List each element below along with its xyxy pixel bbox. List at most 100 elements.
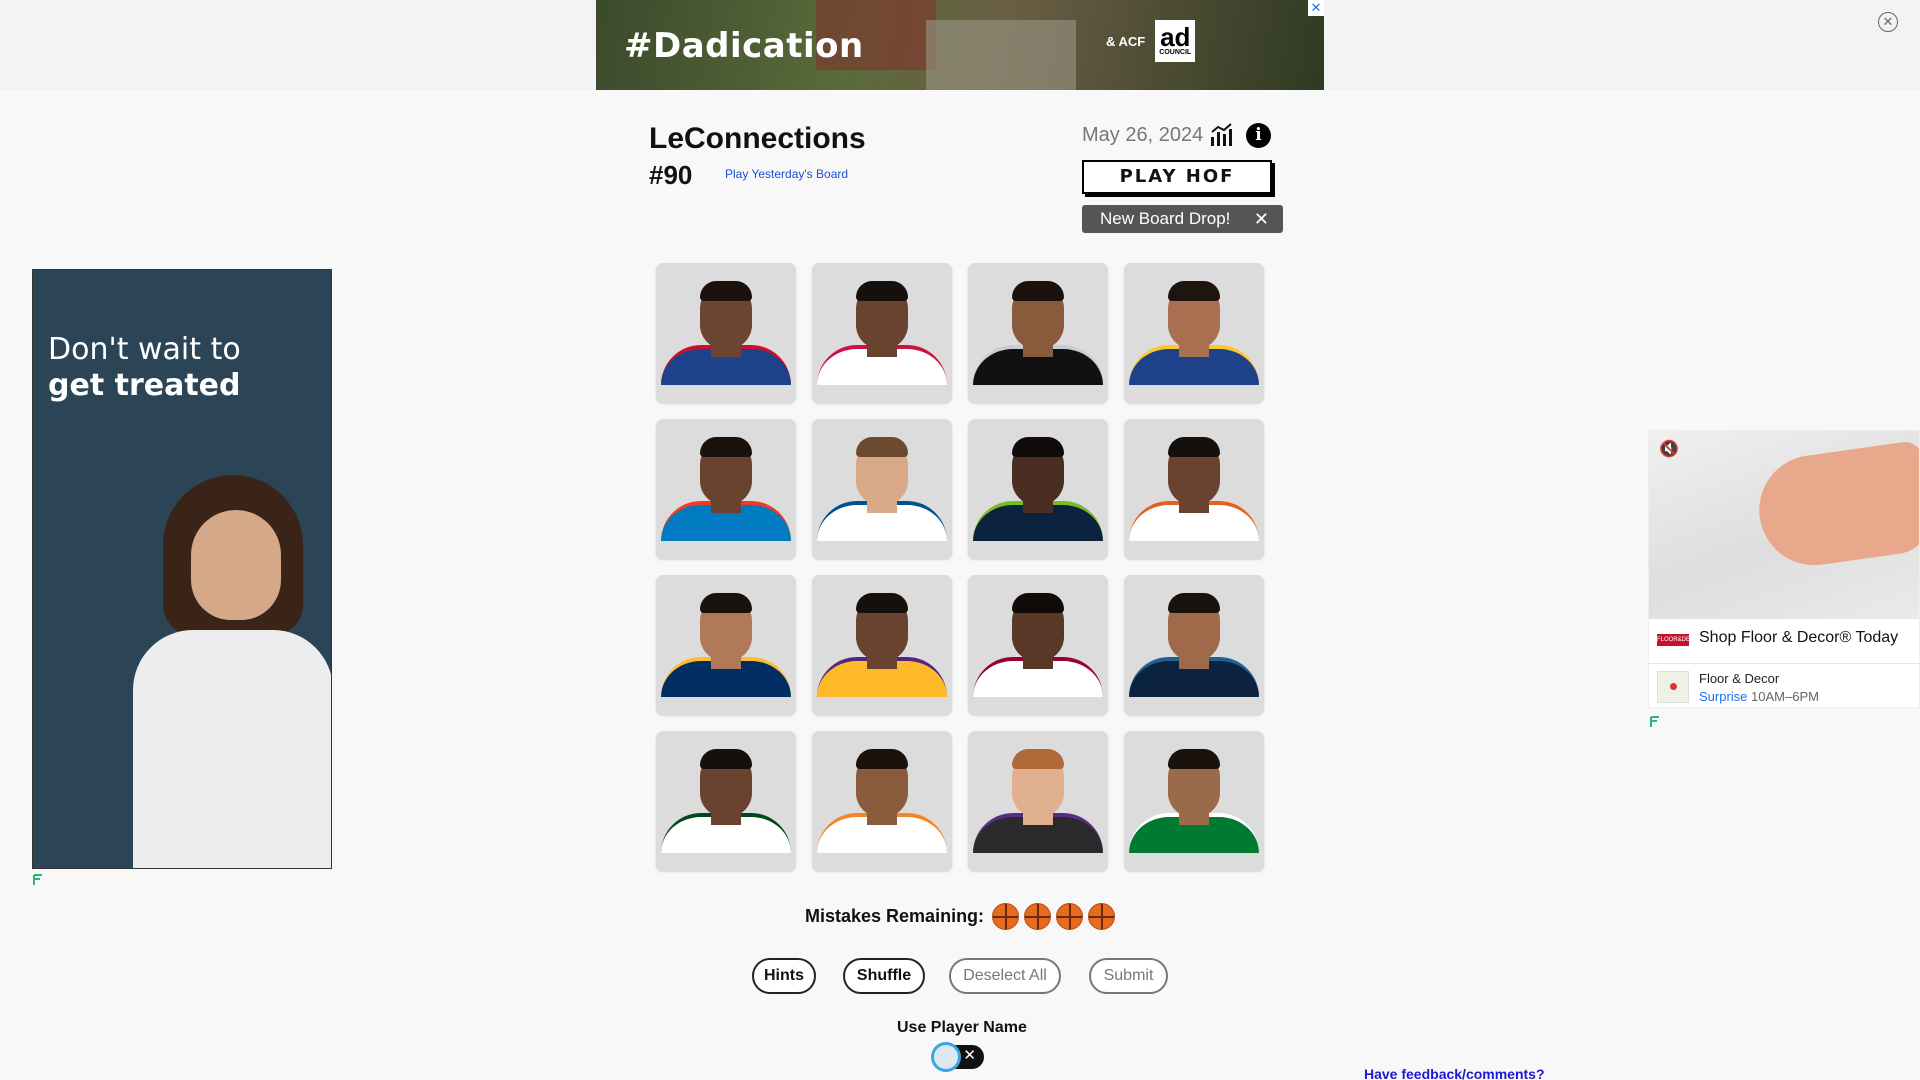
player-hair [856, 593, 908, 613]
left-side-ad[interactable]: Don't wait to get treated [32, 269, 332, 869]
toggle-knob [934, 1045, 958, 1069]
mistakes-remaining: Mistakes Remaining: [805, 903, 1116, 930]
ad-council-logo: ad COUNCIL [1155, 20, 1196, 62]
hints-button[interactable]: Hints [752, 958, 816, 994]
player-hair [700, 593, 752, 613]
submit-button[interactable]: Submit [1089, 958, 1168, 994]
tile-base [656, 853, 796, 871]
tile-base [812, 853, 952, 871]
ad-person-shirt [133, 630, 331, 868]
player-tile[interactable] [812, 731, 952, 871]
feedback-link[interactable]: Have feedback/comments? [1364, 1066, 1545, 1080]
tile-base [968, 541, 1108, 559]
ad-close-icon[interactable]: ✕ [1308, 0, 1324, 16]
player-hair [1012, 593, 1064, 613]
toast-close-icon[interactable]: ✕ [1254, 205, 1269, 233]
top-banner-ad[interactable]: #Dadication & ACF ad COUNCIL ✕ [596, 0, 1324, 90]
use-player-name-toggle[interactable]: ✕ [934, 1045, 984, 1069]
new-board-toast: New Board Drop! ✕ [1082, 205, 1283, 233]
tile-base [656, 697, 796, 715]
ad-line-1: Don't wait to [48, 332, 241, 367]
right-side-ad[interactable]: 🔇 FLOOR&DECOR Shop Floor & Decor® Today … [1648, 430, 1920, 708]
player-hair [700, 749, 752, 769]
player-tile[interactable] [968, 575, 1108, 715]
player-tile[interactable] [968, 731, 1108, 871]
mistake-balls [992, 903, 1116, 930]
player-hair [856, 281, 908, 301]
tile-base [968, 853, 1108, 871]
tile-base [968, 697, 1108, 715]
store-hours: 10AM–6PM [1751, 689, 1819, 704]
ad-logos: & ACF ad COUNCIL [1106, 20, 1196, 62]
player-tile[interactable] [1124, 731, 1264, 871]
acf-logo: & ACF [1106, 33, 1146, 49]
store-city: Surprise [1699, 689, 1748, 704]
ad-divider [1649, 663, 1919, 664]
stats-icon[interactable] [1210, 123, 1236, 147]
player-tile[interactable] [1124, 263, 1264, 403]
ad-image-path [926, 20, 1076, 90]
player-tile[interactable] [812, 419, 952, 559]
tile-base [1124, 853, 1264, 871]
info-icon[interactable]: i [1246, 123, 1271, 148]
use-player-name-label: Use Player Name [897, 1019, 1027, 1036]
player-tile[interactable] [656, 731, 796, 871]
deselect-all-button[interactable]: Deselect All [949, 958, 1061, 994]
tile-base [812, 541, 952, 559]
player-hair [856, 749, 908, 769]
tile-base [656, 385, 796, 403]
player-hair [856, 437, 908, 457]
shuffle-button[interactable]: Shuffle [843, 958, 925, 994]
store-location: Surprise 10AM–6PM [1699, 689, 1819, 704]
tile-base [656, 541, 796, 559]
ad-title[interactable]: Shop Floor & Decor® Today [1699, 629, 1898, 647]
player-tile[interactable] [656, 419, 796, 559]
ad-person-face [191, 510, 281, 620]
store-name: Floor & Decor [1699, 671, 1780, 686]
tile-base [812, 385, 952, 403]
player-tile[interactable] [968, 419, 1108, 559]
basketball-icon [1056, 903, 1084, 930]
basketball-icon [1088, 903, 1116, 930]
play-yesterday-link[interactable]: Play Yesterday's Board [725, 167, 848, 181]
ad-tagline: #Dadication [624, 26, 864, 66]
player-tile[interactable] [656, 575, 796, 715]
tile-base [812, 697, 952, 715]
player-hair [1012, 749, 1064, 769]
mistakes-label: Mistakes Remaining: [805, 906, 985, 926]
adchoices-icon[interactable] [1650, 716, 1660, 728]
mute-icon[interactable]: 🔇 [1659, 439, 1679, 459]
player-hair [1168, 281, 1220, 301]
floor-decor-logo: FLOOR&DECOR [1657, 634, 1703, 646]
toast-text: New Board Drop! [1100, 209, 1231, 228]
player-hair [700, 437, 752, 457]
player-tile[interactable] [812, 263, 952, 403]
player-hair [700, 281, 752, 301]
player-hair [1012, 281, 1064, 301]
adchoices-icon[interactable] [33, 874, 43, 886]
basketball-icon [992, 903, 1020, 930]
tile-base [1124, 385, 1264, 403]
basketball-icon [1024, 903, 1052, 930]
player-tile[interactable] [968, 263, 1108, 403]
tile-base [1124, 697, 1264, 715]
close-icon[interactable]: ✕ [1878, 12, 1898, 32]
ad-line-2: get treated [48, 368, 241, 403]
tile-base [968, 385, 1108, 403]
player-grid [656, 263, 1264, 871]
page-title: LeConnections [649, 122, 866, 155]
player-hair [1168, 437, 1220, 457]
player-tile[interactable] [656, 263, 796, 403]
player-hair [1168, 593, 1220, 613]
toggle-x-icon: ✕ [963, 1047, 976, 1064]
board-date: May 26, 2024 [1082, 124, 1204, 146]
tile-base [1124, 541, 1264, 559]
play-hof-button[interactable]: PLAY HOF [1082, 160, 1272, 194]
player-hair [1168, 749, 1220, 769]
player-tile[interactable] [1124, 419, 1264, 559]
player-hair [1012, 437, 1064, 457]
player-tile[interactable] [812, 575, 952, 715]
player-tile[interactable] [1124, 575, 1264, 715]
map-pin-icon [1670, 683, 1677, 690]
board-number: #90 [649, 160, 693, 190]
